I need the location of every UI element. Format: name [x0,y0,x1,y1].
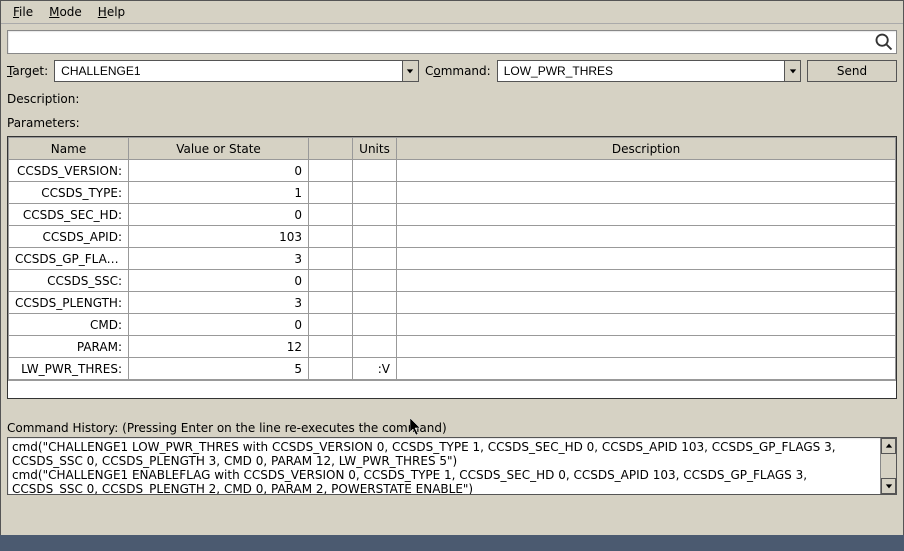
cell-blank[interactable] [309,160,353,182]
cell-desc [397,292,896,314]
cell-name: CCSDS_TYPE: [9,182,129,204]
command-label: Command: [425,64,491,78]
cell-units [353,336,397,358]
cell-units [353,314,397,336]
cell-blank[interactable] [309,336,353,358]
cell-units [353,160,397,182]
cell-name: CCSDS_VERSION: [9,160,129,182]
cell-desc [397,182,896,204]
search-icon[interactable] [874,32,894,52]
scroll-up-icon[interactable] [881,438,896,454]
menu-help[interactable]: Help [92,3,131,21]
cell-value[interactable]: 12 [129,336,309,358]
search-input[interactable] [8,33,874,51]
target-input[interactable] [55,62,402,80]
table-row: CCSDS_APID:103 [9,226,896,248]
cell-desc [397,270,896,292]
cell-value[interactable]: 0 [129,204,309,226]
cell-units [353,248,397,270]
command-combo[interactable] [497,60,801,82]
cell-name: CCSDS_PLENGTH: [9,292,129,314]
cell-blank[interactable] [309,358,353,380]
cell-desc [397,358,896,380]
cell-name: CCSDS_APID: [9,226,129,248]
cell-name: CCSDS_SSC: [9,270,129,292]
table-footer [8,380,896,398]
menu-mode[interactable]: Mode [43,3,88,21]
cell-blank[interactable] [309,270,353,292]
cell-name: CCSDS_SEC_HD: [9,204,129,226]
cell-units [353,292,397,314]
send-button[interactable]: Send [807,60,897,82]
parameters-table: Name Value or State Units Description CC… [7,136,897,399]
cell-blank[interactable] [309,204,353,226]
th-value[interactable]: Value or State [129,138,309,160]
target-dropdown-icon[interactable] [402,61,418,81]
menu-file[interactable]: File [7,3,39,21]
cell-name: CCSDS_GP_FLAGS: [9,248,129,270]
cell-blank[interactable] [309,226,353,248]
cell-blank[interactable] [309,314,353,336]
description-label: Description: [7,92,897,106]
statusbar [0,535,904,551]
history-line[interactable]: cmd("CHALLENGE1 ENABLEFLAG with CCSDS_VE… [12,468,876,494]
table-row: CCSDS_TYPE:1 [9,182,896,204]
command-input[interactable] [498,62,784,80]
history-label: Command History: (Pressing Enter on the … [7,419,897,437]
history-scrollbar[interactable] [880,438,896,494]
table-row: CCSDS_SEC_HD:0 [9,204,896,226]
cell-blank[interactable] [309,248,353,270]
cell-name: PARAM: [9,336,129,358]
parameters-label: Parameters: [7,116,897,130]
cell-units [353,182,397,204]
th-desc[interactable]: Description [397,138,896,160]
table-row: PARAM:12 [9,336,896,358]
cell-value[interactable]: 5 [129,358,309,380]
cell-desc [397,226,896,248]
cell-desc [397,160,896,182]
table-row: CMD:0 [9,314,896,336]
cell-value[interactable]: 0 [129,160,309,182]
cell-value[interactable]: 0 [129,270,309,292]
cell-value[interactable]: 1 [129,182,309,204]
table-row: CCSDS_VERSION:0 [9,160,896,182]
command-dropdown-icon[interactable] [784,61,800,81]
target-combo[interactable] [54,60,419,82]
cell-blank[interactable] [309,182,353,204]
target-label: Target: [7,64,48,78]
th-units[interactable]: Units [353,138,397,160]
cell-name: CMD: [9,314,129,336]
cell-value[interactable]: 103 [129,226,309,248]
cell-units [353,204,397,226]
cell-value[interactable]: 3 [129,292,309,314]
cell-name: LW_PWR_THRES: [9,358,129,380]
table-row: CCSDS_GP_FLAGS:3 [9,248,896,270]
search-bar[interactable] [7,30,897,54]
cell-blank[interactable] [309,292,353,314]
cell-units: :V [353,358,397,380]
cell-desc [397,314,896,336]
history-text[interactable]: cmd("CHALLENGE1 LOW_PWR_THRES with CCSDS… [8,438,880,494]
cell-value[interactable]: 3 [129,248,309,270]
table-row: CCSDS_PLENGTH:3 [9,292,896,314]
th-name[interactable]: Name [9,138,129,160]
scroll-down-icon[interactable] [881,478,896,494]
table-row: LW_PWR_THRES:5 :V [9,358,896,380]
cell-units [353,226,397,248]
cell-units [353,270,397,292]
table-row: CCSDS_SSC:0 [9,270,896,292]
cell-desc [397,336,896,358]
history-line[interactable]: cmd("CHALLENGE1 LOW_PWR_THRES with CCSDS… [12,440,876,468]
cell-value[interactable]: 0 [129,314,309,336]
menubar: File Mode Help [1,1,903,24]
history-box: cmd("CHALLENGE1 LOW_PWR_THRES with CCSDS… [7,437,897,495]
table-header-row: Name Value or State Units Description [9,138,896,160]
cell-desc [397,204,896,226]
th-blank[interactable] [309,138,353,160]
cell-desc [397,248,896,270]
